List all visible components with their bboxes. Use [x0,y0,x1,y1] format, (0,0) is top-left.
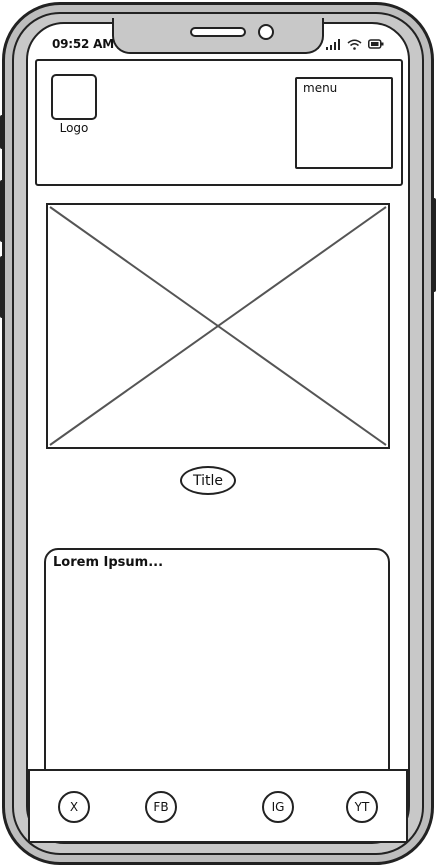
battery-icon [368,39,384,49]
power-button [431,198,436,292]
logo-label: Logo [59,121,89,135]
content-card [44,548,390,788]
social-link-x[interactable]: X [58,791,90,823]
image-placeholder [46,203,390,449]
social-link-youtube[interactable]: YT [346,791,378,823]
side-button [0,115,5,149]
side-button [0,180,5,242]
signal-icon [326,38,340,50]
image-placeholder-icon [49,206,387,446]
page-title: Title [180,466,236,495]
menu-label: menu [303,81,338,95]
social-link-instagram[interactable]: IG [262,791,294,823]
content-text: Lorem Ipsum... [53,555,164,570]
speaker [190,27,246,37]
side-button [0,256,5,318]
status-icons [326,37,384,51]
wifi-icon [347,39,362,50]
logo[interactable] [51,74,97,120]
status-time: 09:52 AM [52,37,115,51]
social-link-facebook[interactable]: FB [145,791,177,823]
front-camera [258,24,274,40]
